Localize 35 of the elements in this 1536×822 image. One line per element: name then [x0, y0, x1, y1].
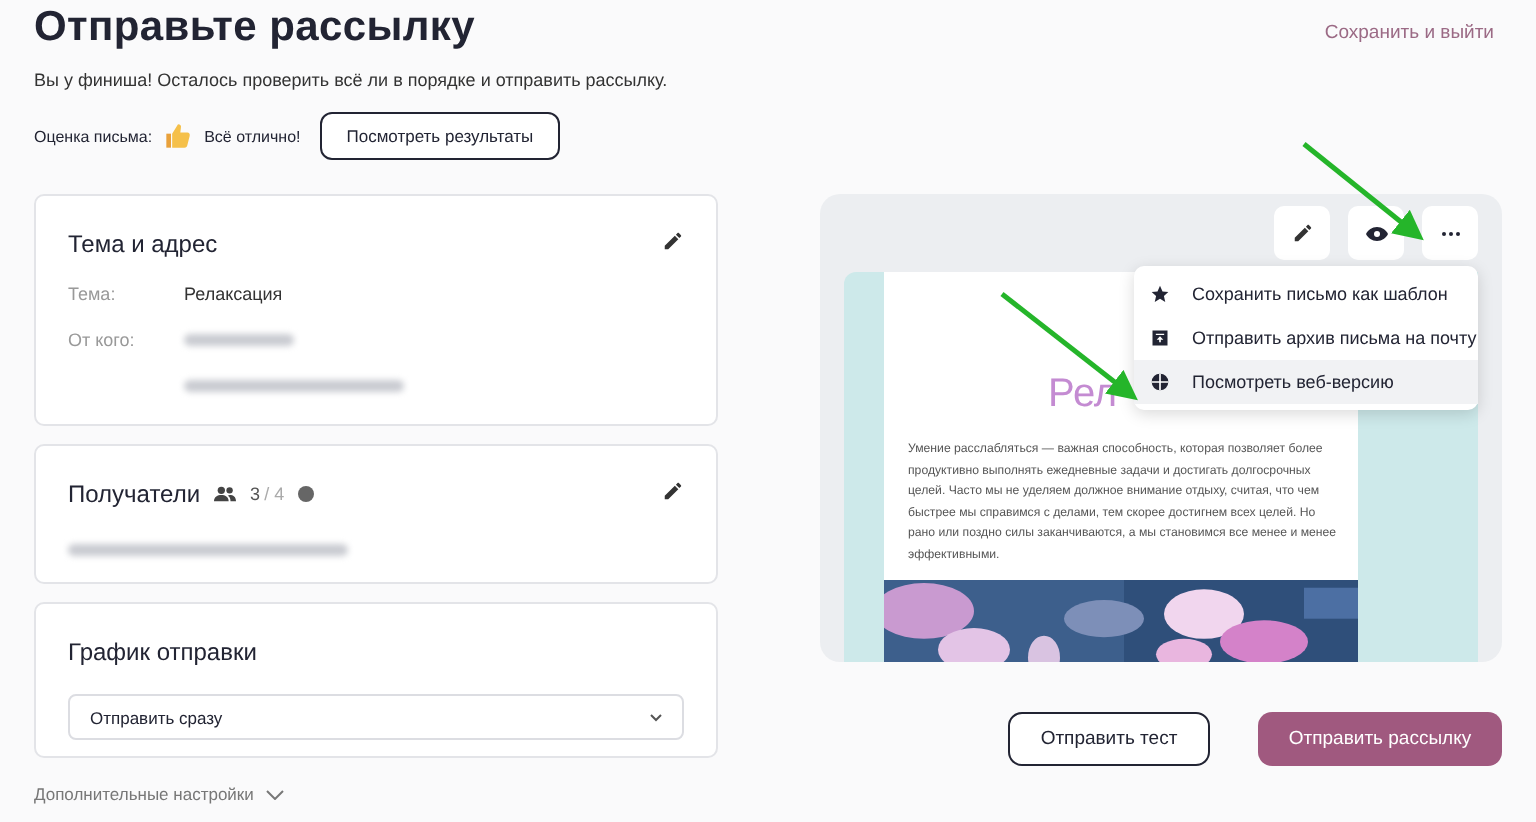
menu-item[interactable]: Посмотреть веб-версию — [1134, 360, 1478, 404]
send-test-button[interactable]: Отправить тест — [1008, 712, 1210, 766]
eye-icon — [1365, 225, 1387, 241]
preview-button[interactable] — [1348, 206, 1404, 260]
menu-item[interactable]: Сохранить письмо как шаблон — [1134, 272, 1478, 316]
chevron-down-icon — [265, 789, 284, 799]
pencil-icon[interactable] — [662, 230, 684, 252]
star-icon — [1150, 284, 1170, 304]
card-title: Тема и адрес — [68, 230, 218, 258]
field-label: Тема: — [68, 283, 118, 303]
edit-button[interactable] — [1274, 206, 1330, 260]
people-icon — [214, 486, 237, 502]
recipient-total: / 4 — [264, 484, 285, 504]
pencil-icon[interactable] — [662, 480, 684, 502]
more-settings-link[interactable]: Дополнительные настройки — [34, 784, 718, 804]
chevron-down-icon — [650, 713, 662, 721]
card-title: Получатели — [68, 480, 201, 508]
pencil-icon — [1291, 222, 1313, 244]
annotation-arrow — [1302, 142, 1424, 241]
save-exit-link[interactable]: Сохранить и выйти — [1324, 22, 1494, 44]
schedule-select[interactable]: Отправить сразу — [68, 694, 684, 740]
menu-item[interactable]: Отправить архив письма на почту — [1134, 316, 1478, 360]
subtitle: Вы у финиша! Осталось проверить всё ли в порядке и отправить рассылку. — [34, 70, 670, 90]
globe-icon — [1150, 372, 1170, 392]
card-title: График отправки — [68, 638, 257, 666]
field-label: От кого: — [68, 329, 137, 349]
thumbs-up-icon — [164, 122, 193, 150]
recipient-count: 3 — [250, 484, 261, 504]
archive-icon — [1150, 328, 1170, 348]
page-title: Отправьте рассылку — [34, 4, 476, 52]
field-value: Релаксация — [184, 283, 283, 303]
view-results-button[interactable]: Посмотреть результаты — [320, 112, 560, 160]
send-campaign-button[interactable]: Отправить рассылку — [1258, 712, 1502, 766]
rating-label: Оценка письма: — [34, 127, 153, 145]
rating-verdict: Всё отлично! — [204, 127, 301, 145]
